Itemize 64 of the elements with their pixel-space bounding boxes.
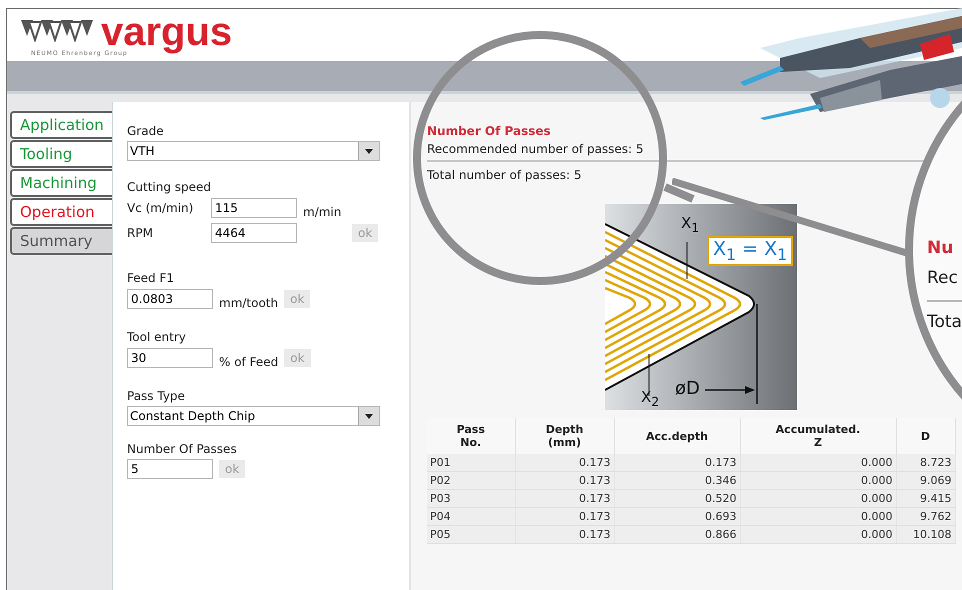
step-tab[interactable]: Application [10,111,112,139]
grade-dropdown[interactable]: VTH [127,141,380,161]
step-tab[interactable]: Summary [10,227,112,255]
table-cell: 0.000 [740,472,896,490]
table-cell: 8.723 [896,454,955,472]
input-field[interactable]: 0.0803 [127,289,213,309]
column-header: Acc.depth [614,418,740,454]
table-cell: P02 [427,472,515,490]
unit-label: mm/tooth [219,296,278,310]
column-header: D [896,418,955,454]
table-cell: P01 [427,454,515,472]
field-label: RPM [127,226,154,240]
table-cell: 9.762 [896,508,955,526]
column-header: Pass No. [427,418,515,454]
table-cell: 0.346 [614,472,740,490]
magnified-title: Nu [927,238,954,258]
table-cell: 0.173 [515,508,614,526]
table-cell: 9.415 [896,490,955,508]
table-cell: P05 [427,526,515,544]
total-passes-text: Total number of passes: 5 [427,168,582,182]
section-label: Cutting speed [127,180,212,194]
input-field[interactable]: 4464 [211,223,297,243]
equation-label: X$_{1}$ = X$_{1}$ [707,236,794,266]
table-cell: 0.000 [740,454,896,472]
column-header: Accumulated. Z [740,418,896,454]
input-field[interactable]: 30 [127,348,213,368]
step-tab[interactable]: Operation [10,198,112,226]
field-label: Number Of Passes [127,442,238,456]
pass-type-dropdown[interactable]: Constant Depth Chip [127,406,380,426]
table-cell: 0.866 [614,526,740,544]
table-cell: 0.173 [515,490,614,508]
unit-label: % of Feed [219,355,278,369]
table-cell: 10.108 [896,526,955,544]
section-title: Number Of Passes [427,124,551,138]
column-header: Depth (mm) [515,418,614,454]
field-label: Pass Type [127,389,186,403]
dropdown-arrow-icon [365,414,373,418]
field-label: Tool entry [127,330,187,344]
magnified-text: Rec [927,268,958,288]
table-cell: 0.000 [740,490,896,508]
table-cell: 0.173 [515,472,614,490]
field-label: Grade [127,124,165,138]
step-tab[interactable]: Machining [10,169,112,197]
recommended-passes-text: Recommended number of passes: 5 [427,142,644,156]
diameter-label: øD [675,378,700,399]
dropdown-arrow-icon [365,148,373,154]
table-cell: 9.069 [896,472,955,490]
table-cell: 0.000 [740,526,896,544]
magnified-text: Tota [927,312,962,332]
table-cell: P03 [427,490,515,508]
table-cell: 0.173 [515,526,614,544]
table-cell: 0.173 [614,454,740,472]
unit-label: m/min [303,205,342,219]
table-cell: 0.000 [740,508,896,526]
diagram-label: X$_{1}$ [681,214,700,235]
table-cell: 0.173 [515,454,614,472]
input-field[interactable]: 5 [127,459,213,479]
table-cell: P04 [427,508,515,526]
input-field[interactable]: 115 [211,198,297,218]
table-cell: 0.520 [614,490,740,508]
table-cell: 0.693 [614,508,740,526]
field-label: Feed F1 [127,271,175,285]
step-tab[interactable]: Tooling [10,140,112,168]
field-label: Vc (m/min) [127,201,194,215]
